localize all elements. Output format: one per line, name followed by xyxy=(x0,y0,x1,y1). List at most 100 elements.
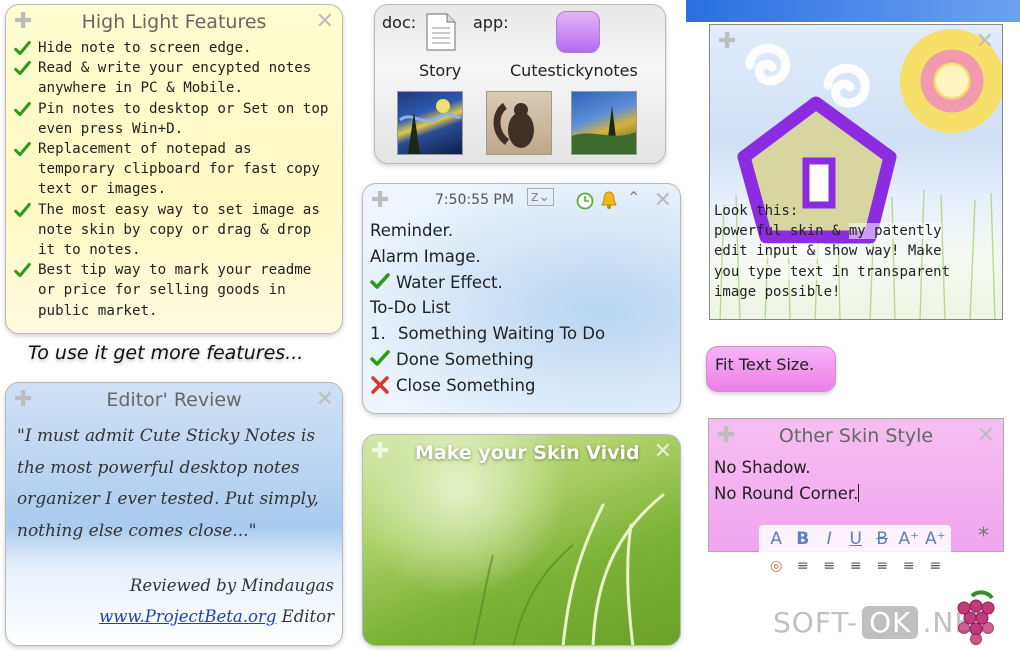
cross-icon xyxy=(371,375,389,394)
plus-icon[interactable]: ✚ xyxy=(371,190,389,212)
check-icon xyxy=(14,41,31,56)
align-left-icon[interactable]: ≡ xyxy=(869,554,896,578)
bullet-list-icon[interactable]: ≡ xyxy=(843,554,870,578)
todo-heading: To-Do List xyxy=(370,298,451,318)
font-grow-button[interactable]: A⁺ xyxy=(896,527,923,551)
font-color-button[interactable]: A xyxy=(763,527,790,551)
bold-button[interactable]: B xyxy=(790,527,817,551)
list-item: Water Effect. xyxy=(370,270,605,296)
sky-band xyxy=(686,0,1020,22)
reminder-content: Reminder. Alarm Image. Water Effect. To-… xyxy=(370,218,605,399)
editor-review-note[interactable]: ✚ Editor' Review ✕ "I must admit Cute St… xyxy=(5,382,343,646)
list-item: Done Something xyxy=(370,347,605,373)
clock-icon[interactable] xyxy=(576,192,594,210)
feature-text: Pin notes to desktop or Set on top even … xyxy=(38,100,329,137)
text-line: in transparent xyxy=(832,263,951,280)
item-number: 1. xyxy=(370,324,386,344)
review-quote: "I must admit Cute Sticky Notes is the m… xyxy=(17,426,319,541)
list-item: Replacement of notepad as temporary clip… xyxy=(14,139,336,200)
strikethrough-button[interactable]: B xyxy=(869,527,896,551)
close-icon[interactable]: ✕ xyxy=(654,441,672,463)
custom-skin-note[interactable]: ✚ ✕ Look this: powerful skin & my patent… xyxy=(709,24,1003,320)
check-icon xyxy=(14,202,31,217)
note-title: Make your Skin Vivid xyxy=(415,442,640,464)
starry-night-thumbnail[interactable] xyxy=(397,91,463,155)
text-line: No Round Corner. xyxy=(714,481,860,507)
feature-text: Hide note to screen edge. xyxy=(38,40,252,56)
feature-text: The most easy way to set image as note s… xyxy=(38,201,320,259)
toolbar-more-button[interactable]: * xyxy=(978,524,989,549)
list-item: Hide note to screen edge. xyxy=(14,38,336,58)
app-name-label: Cutestickynotes xyxy=(510,61,638,80)
watermark-ok: OK xyxy=(862,606,919,639)
document-icon[interactable] xyxy=(425,13,457,51)
text-line: No Shadow. xyxy=(714,458,811,477)
story-label: Story xyxy=(419,61,462,80)
text-caret xyxy=(858,484,860,502)
snooze-label: z xyxy=(531,189,539,205)
list-item: The most easy way to set image as note s… xyxy=(14,200,336,261)
alarm-time: 7:50:55 PM xyxy=(435,192,514,208)
close-icon[interactable]: ✕ xyxy=(316,11,334,33)
grass-background-image xyxy=(472,493,665,645)
check-icon xyxy=(14,61,31,76)
list-item: Close Something xyxy=(370,373,605,399)
close-icon[interactable]: ✕ xyxy=(976,31,994,53)
app-icon[interactable] xyxy=(556,11,600,53)
text-line: input & xyxy=(756,243,824,260)
check-icon xyxy=(14,101,31,116)
text-line: edit xyxy=(714,243,757,260)
text-line: Look this: xyxy=(714,203,799,219)
reminder-note[interactable]: ✚ 7:50:55 PM z⌄ ⌃ ✕ Reminder. Alarm Imag… xyxy=(362,183,681,414)
todo-waiting-text: Something Waiting To Do xyxy=(398,324,606,344)
note-title: Editor' Review xyxy=(106,389,242,411)
reviewer-name: Reviewed by Mindaugas xyxy=(129,576,334,595)
feature-text: Read & write your encypted notes anywher… xyxy=(38,60,312,97)
feature-text: Best tip way to mark your readme or pric… xyxy=(38,262,312,319)
close-icon[interactable]: ✕ xyxy=(316,389,334,411)
font-shrink-button[interactable]: A⁺ xyxy=(922,527,949,551)
close-icon[interactable]: ✕ xyxy=(977,425,995,447)
list-item: Best tip way to mark your readme or pric… xyxy=(14,260,336,321)
check-icon xyxy=(370,272,390,289)
more-features-caption: To use it get more features... xyxy=(28,342,304,364)
feature-list: Hide note to screen edge. Read & write y… xyxy=(14,38,336,321)
plus-icon[interactable]: ✚ xyxy=(371,441,389,463)
highlight-features-note[interactable]: ✚ High Light Features ✕ Hide note to scr… xyxy=(5,4,343,334)
doc-app-note[interactable]: doc: app: Story Cutestickynotes xyxy=(374,4,666,164)
underline-button[interactable]: U xyxy=(843,527,870,551)
check-icon xyxy=(14,142,31,157)
doc-label: doc: xyxy=(382,13,417,32)
collapse-chevron-icon[interactable]: ⌃ xyxy=(627,188,640,207)
note-title: High Light Features xyxy=(81,11,267,33)
indent-increase-icon[interactable]: ≡ xyxy=(790,554,817,578)
color-picker-icon[interactable]: ◎ xyxy=(763,554,790,578)
reminder-line: Reminder. xyxy=(370,221,454,240)
alarm-line: Alarm Image. xyxy=(370,246,481,266)
painting-thumbnail[interactable] xyxy=(571,91,637,155)
check-icon xyxy=(14,263,31,278)
bell-icon[interactable] xyxy=(599,190,619,210)
text-line: you xyxy=(714,263,748,280)
feature-text: Replacement of notepad as temporary clip… xyxy=(38,141,320,198)
link-suffix: Editor xyxy=(276,607,334,626)
squirrel-thumbnail[interactable] xyxy=(486,91,552,155)
close-icon[interactable]: ✕ xyxy=(654,190,672,212)
grass-skin-note[interactable]: ✚ Make your Skin Vivid ✕ xyxy=(362,434,681,646)
skin-note-text: Look this: powerful skin & my patently e… xyxy=(714,201,998,302)
note-text-editor[interactable]: No Shadow. No Round Corner. xyxy=(714,455,860,507)
indent-decrease-icon[interactable]: ≡ xyxy=(816,554,843,578)
text-line: type text xyxy=(747,263,833,280)
text-line: my patently xyxy=(848,223,942,240)
fit-text-size-button[interactable]: Fit Text Size. xyxy=(706,346,836,392)
align-right-icon[interactable]: ≡ xyxy=(922,554,949,578)
align-center-icon[interactable]: ≡ xyxy=(896,554,923,578)
snooze-dropdown[interactable]: z⌄ xyxy=(527,188,555,206)
list-item: Read & write your encypted notes anywher… xyxy=(14,58,336,98)
text-line: powerful skin & xyxy=(714,223,849,240)
water-effect-text: Water Effect. xyxy=(396,272,503,292)
projectbeta-link[interactable]: www.ProjectBeta.org xyxy=(99,607,276,626)
note-title: Other Skin Style xyxy=(778,425,934,447)
italic-button[interactable]: I xyxy=(816,527,843,551)
plus-icon[interactable]: ✚ xyxy=(718,31,736,53)
